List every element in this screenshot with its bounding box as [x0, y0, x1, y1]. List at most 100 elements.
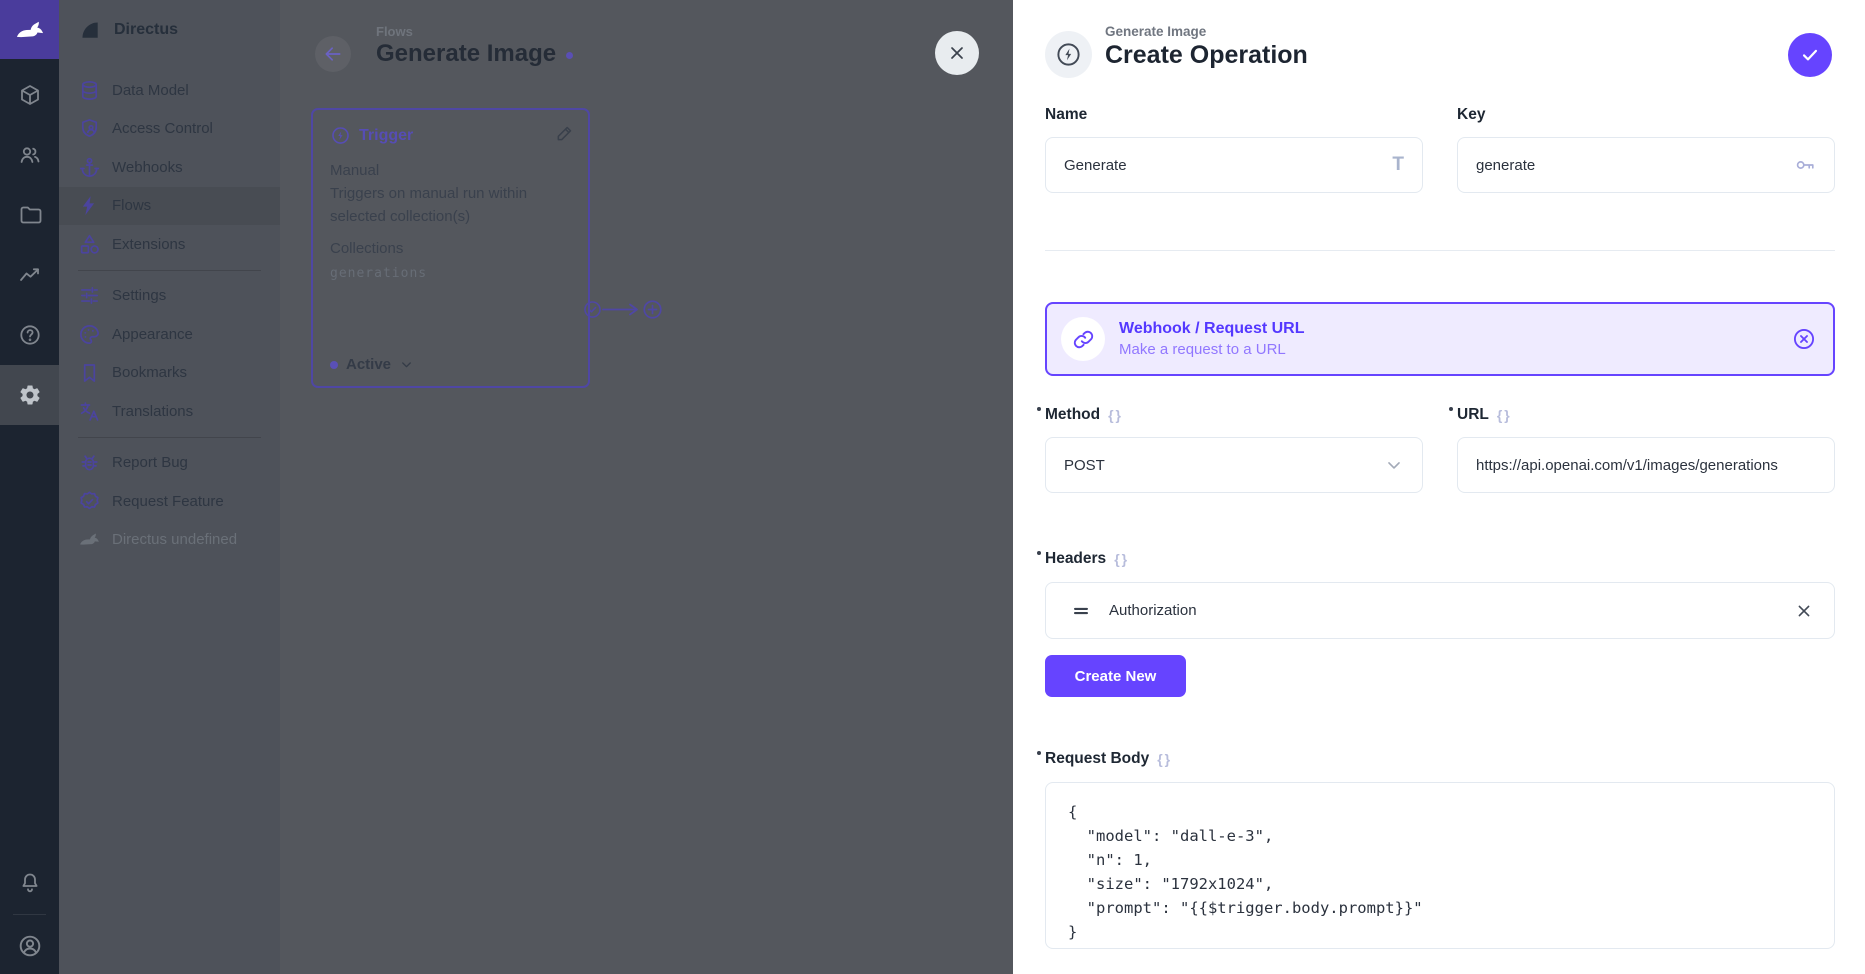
notifications-button[interactable]: [0, 855, 59, 911]
bookmark-icon: [78, 361, 101, 384]
breadcrumb[interactable]: Flows: [376, 24, 413, 39]
title-formatter-icon: T: [1392, 154, 1404, 176]
drag-handle-icon[interactable]: [1070, 600, 1092, 622]
create-operation-drawer: Generate Image Create Operation Name T K…: [1013, 0, 1865, 974]
unsaved-changes-dot: [566, 52, 573, 59]
sidebar-item-bookmarks[interactable]: Bookmarks: [59, 354, 280, 393]
sidebar-item-label: Translations: [112, 403, 193, 420]
bug-icon: [78, 451, 101, 474]
trigger-collections-value: generations: [330, 262, 573, 285]
headers-field: Headers {} Authorization: [1045, 550, 1835, 639]
sidebar-item-label: Flows: [112, 197, 151, 214]
url-input-box[interactable]: [1457, 437, 1835, 493]
request-body-field: Request Body {} { "model": "dall-e-3", "…: [1045, 750, 1835, 949]
project-header[interactable]: Directus: [59, 0, 280, 60]
module-bar-divider: [13, 914, 46, 915]
translate-icon: [78, 400, 101, 423]
trigger-panel-title: Trigger: [359, 127, 413, 145]
bolt-icon: [78, 194, 101, 217]
name-input[interactable]: [1064, 157, 1382, 174]
request-body-label: Request Body: [1045, 750, 1149, 768]
name-field: Name T: [1045, 106, 1423, 193]
save-button[interactable]: [1788, 33, 1832, 77]
account-button[interactable]: [0, 918, 59, 974]
sidebar-item-request-feature[interactable]: Request Feature: [59, 482, 280, 521]
url-field: URL {}: [1457, 406, 1835, 493]
sidebar-item-access-control[interactable]: Access Control: [59, 110, 280, 149]
folder-icon: [18, 203, 42, 227]
key-input[interactable]: [1476, 157, 1784, 174]
sidebar-item-label: Access Control: [112, 120, 213, 137]
raw-value-toggle-icon[interactable]: {}: [1114, 551, 1129, 567]
add-operation-plus-icon[interactable]: [641, 298, 664, 321]
module-insights[interactable]: [0, 245, 59, 305]
operation-type-title: Webhook / Request URL: [1119, 320, 1305, 337]
sidebar-item-label: Directus undefined: [112, 531, 237, 548]
module-users[interactable]: [0, 125, 59, 185]
raw-value-toggle-icon[interactable]: {}: [1497, 407, 1512, 423]
seal-check-icon: [78, 490, 101, 513]
key-input-box[interactable]: [1457, 137, 1835, 193]
sidebar-item-data-model[interactable]: Data Model: [59, 71, 280, 110]
sidebar-item-label: Appearance: [112, 326, 193, 343]
raw-value-toggle-icon[interactable]: {}: [1108, 407, 1123, 423]
cube-icon: [18, 83, 42, 107]
module-settings[interactable]: [0, 365, 59, 425]
request-body-editor[interactable]: { "model": "dall-e-3", "n": 1, "size": "…: [1045, 782, 1835, 949]
name-label: Name: [1045, 106, 1087, 124]
request-body-code[interactable]: { "model": "dall-e-3", "n": 1, "size": "…: [1046, 783, 1834, 949]
trigger-collections-label: Collections: [330, 237, 573, 260]
raw-value-toggle-icon[interactable]: {}: [1157, 751, 1172, 767]
header-row[interactable]: Authorization: [1045, 582, 1835, 639]
section-divider: [1045, 250, 1835, 251]
sidebar-item-translations[interactable]: Translations: [59, 392, 280, 431]
sidebar-item-extensions[interactable]: Extensions: [59, 225, 280, 264]
directus-logo-button[interactable]: [0, 0, 59, 59]
operation-icon-circle: [1045, 31, 1092, 78]
account-circle-icon: [17, 933, 43, 959]
drawer-breadcrumb: Generate Image: [1105, 24, 1206, 39]
sidebar-item-appearance[interactable]: Appearance: [59, 315, 280, 354]
sidebar-item-report-bug[interactable]: Report Bug: [59, 444, 280, 483]
module-bar: [0, 0, 59, 974]
help-icon: [18, 323, 42, 347]
key-field: Key: [1457, 106, 1835, 193]
sidebar: Directus Data Model Access Control Webho…: [59, 0, 280, 974]
resolve-check-icon: [582, 299, 603, 320]
operation-type-card[interactable]: Webhook / Request URL Make a request to …: [1045, 302, 1835, 376]
trigger-panel[interactable]: Trigger Manual Triggers on manual run wi…: [311, 108, 590, 388]
module-files[interactable]: [0, 185, 59, 245]
create-new-button[interactable]: Create New: [1045, 655, 1186, 697]
url-label: URL: [1457, 406, 1489, 424]
link-icon: [1061, 317, 1105, 361]
shield-user-icon: [78, 117, 101, 140]
sidebar-item-label: Settings: [112, 287, 166, 304]
method-select[interactable]: POST: [1045, 437, 1423, 493]
back-button[interactable]: [315, 36, 351, 72]
method-label: Method: [1045, 406, 1100, 424]
module-content[interactable]: [0, 65, 59, 125]
url-input[interactable]: [1476, 457, 1816, 474]
page-title: Generate Image: [376, 40, 556, 68]
close-drawer-button[interactable]: [935, 31, 979, 75]
sidebar-item-label: Request Feature: [112, 493, 224, 510]
module-help[interactable]: [0, 305, 59, 365]
trigger-type-value: Manual: [330, 159, 573, 182]
flow-status-toggle[interactable]: Active: [330, 356, 414, 373]
name-input-box[interactable]: T: [1045, 137, 1423, 193]
deselect-circle-x-icon[interactable]: [1791, 326, 1817, 352]
anchor-icon: [78, 156, 101, 179]
edit-pencil-icon[interactable]: [555, 123, 575, 143]
drawer-title: Create Operation: [1105, 41, 1308, 70]
sidebar-item-flows[interactable]: Flows: [59, 187, 280, 226]
chevron-down-icon: [399, 357, 414, 372]
remove-header-icon[interactable]: [1794, 601, 1814, 621]
bolt-circle-icon: [330, 125, 351, 146]
directus-rabbit-icon: [14, 14, 46, 46]
sidebar-item-settings[interactable]: Settings: [59, 277, 280, 316]
sidebar-item-directus-version[interactable]: Directus undefined: [59, 521, 280, 560]
sidebar-item-webhooks[interactable]: Webhooks: [59, 148, 280, 187]
sidebar-item-label: Data Model: [112, 82, 189, 99]
sidebar-item-label: Extensions: [112, 236, 185, 253]
tune-icon: [78, 284, 101, 307]
